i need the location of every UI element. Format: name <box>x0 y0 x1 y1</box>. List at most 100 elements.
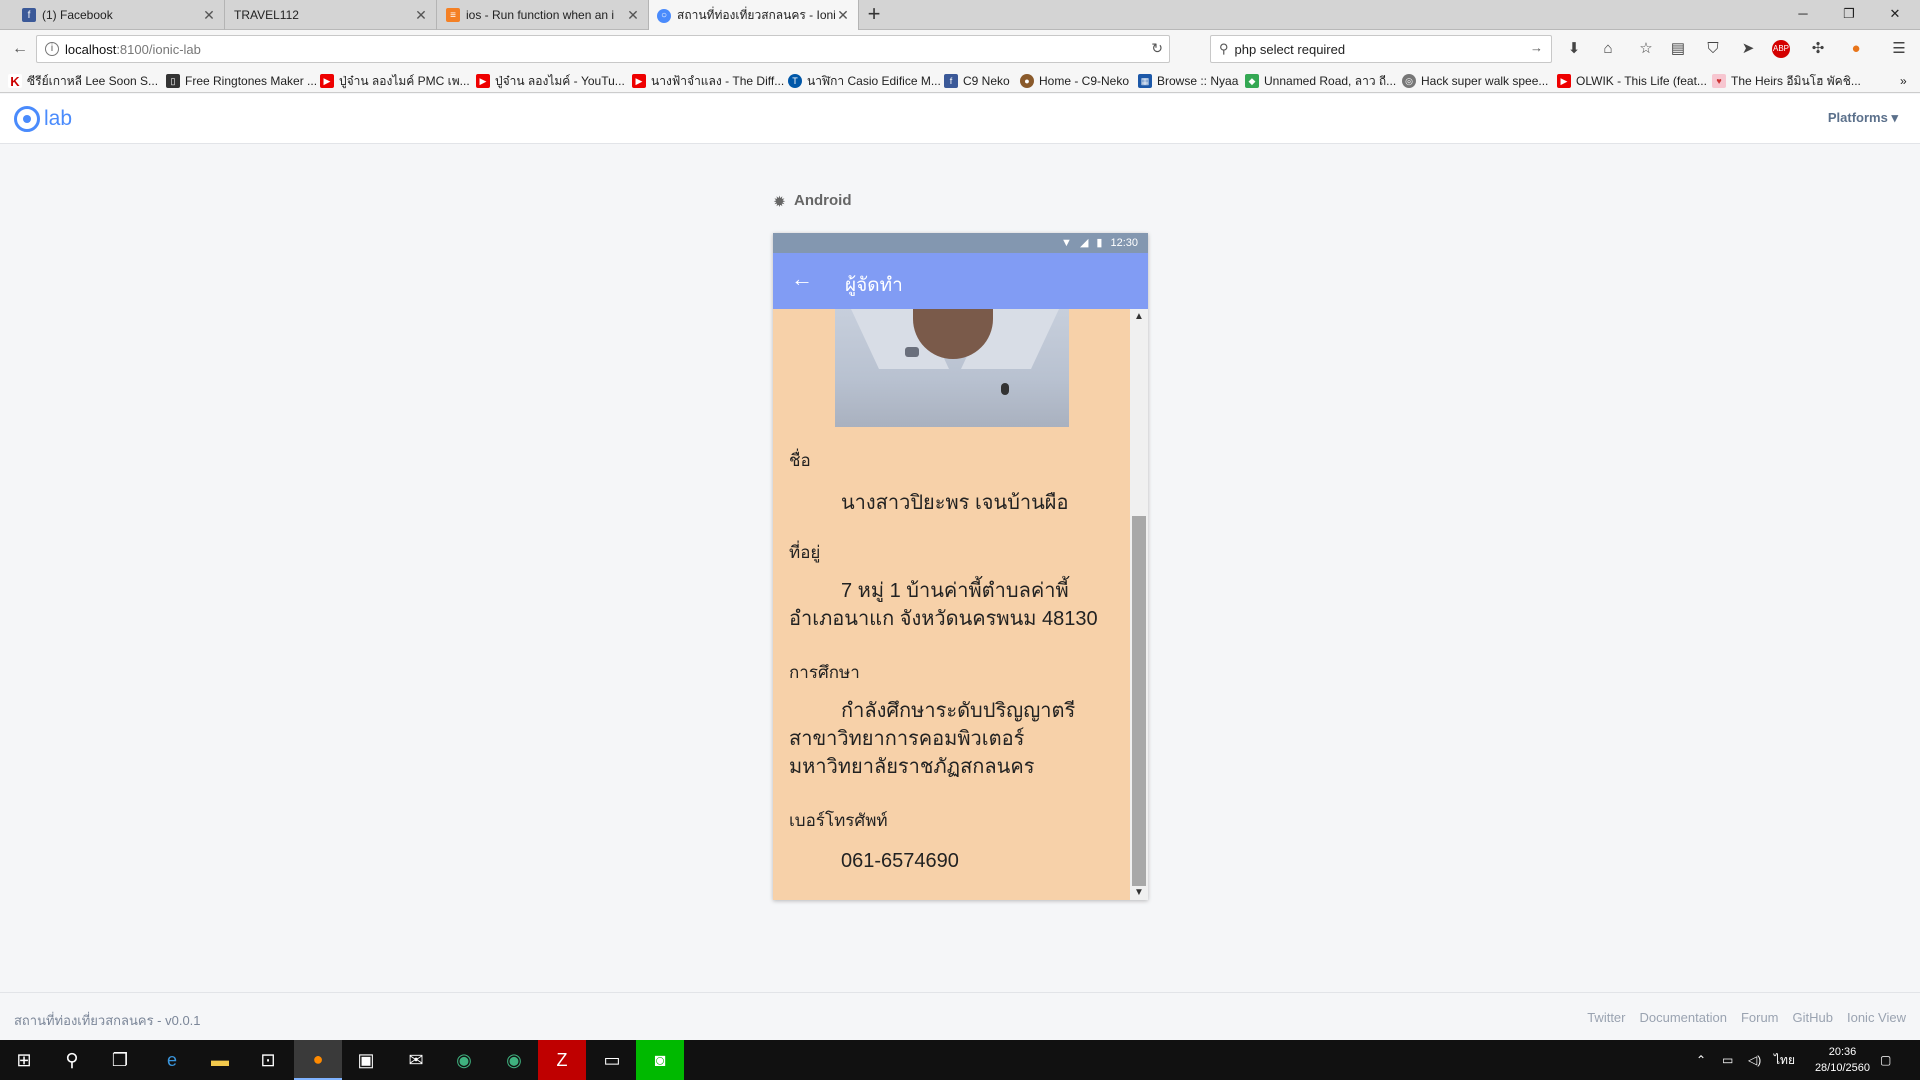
send-icon[interactable]: ➤ <box>1737 38 1759 60</box>
lab-footer: สถานที่ท่องเที่ยวสกลนคร - v0.0.1 Twitter… <box>0 992 1920 1040</box>
tab-title: ios - Run function when an i <box>466 8 615 22</box>
app-toolbar: ← ผู้จัดทำ <box>773 253 1148 309</box>
bookmark-item[interactable]: T นาฬิกา Casio Edifice M... <box>788 72 941 90</box>
close-tab-icon[interactable]: ✕ <box>836 7 850 24</box>
search-icon[interactable]: ⚲ <box>48 1040 96 1080</box>
search-query: php select required <box>1234 41 1346 57</box>
address-bar[interactable]: i localhost:8100/ionic-lab ↻ <box>36 35 1170 63</box>
footer-links: Twitter Documentation Forum GitHub Ionic… <box>1573 1010 1906 1025</box>
documentation-link[interactable]: Documentation <box>1640 1010 1727 1025</box>
github-link[interactable]: GitHub <box>1793 1010 1833 1025</box>
bookmark-item[interactable]: ▶ OLWIK - This Life (feat... <box>1557 72 1707 90</box>
bookmark-item[interactable]: ▦ Browse :: Nyaa <box>1138 72 1238 90</box>
search-input[interactable]: ⚲ php select required → <box>1210 35 1552 63</box>
twitter-link[interactable]: Twitter <box>1587 1010 1625 1025</box>
edge-icon[interactable]: e <box>148 1040 196 1080</box>
mail-icon[interactable]: ✉ <box>392 1040 440 1080</box>
bookmark-item[interactable]: ◆ Unnamed Road, ลาว ถี... <box>1245 72 1396 90</box>
back-arrow-icon[interactable]: ← <box>8 37 32 61</box>
stackoverflow-icon: ≡ <box>446 8 460 22</box>
bookmark-item[interactable]: ◎ Hack super walk spee... <box>1402 72 1548 90</box>
close-tab-icon[interactable]: ✕ <box>626 7 640 24</box>
close-tab-icon[interactable]: ✕ <box>414 7 428 24</box>
bookmark-item[interactable]: ▶ นางฟ้าจำแลง - The Diff... <box>632 72 784 90</box>
ionic-lab-logo: lab <box>14 106 72 132</box>
bookmark-item[interactable]: ▶ ปู่จ๋าน ลองไมค์ - YouTu... <box>476 72 625 90</box>
search-go-icon[interactable]: → <box>1530 40 1543 55</box>
search-icon: ⚲ <box>1219 41 1229 56</box>
address-label: ที่อยู่ <box>789 543 821 562</box>
firefox-icon[interactable]: ● <box>294 1040 342 1080</box>
chrome-app-icon[interactable]: ◉ <box>490 1040 538 1080</box>
facebook-icon: f <box>944 74 958 88</box>
name-label: ชื่อ <box>789 451 811 470</box>
minimize-icon[interactable]: ─ <box>1780 0 1826 30</box>
reload-icon[interactable]: ↻ <box>1151 40 1163 57</box>
terminal-icon[interactable]: ▭ <box>588 1040 636 1080</box>
bookmark-label: C9 Neko <box>963 74 1010 88</box>
scroll-up-icon[interactable]: ▲ <box>1134 311 1144 322</box>
media-icon[interactable]: ▣ <box>342 1040 390 1080</box>
filezilla-icon[interactable]: Z <box>538 1040 586 1080</box>
bookmark-item[interactable]: ♥ The Heirs อีมินโฮ พัคชิ... <box>1712 72 1861 90</box>
scroll-down-icon[interactable]: ▼ <box>1134 887 1144 898</box>
tab-facebook[interactable]: f (1) Facebook ✕ <box>14 0 225 30</box>
windows-taskbar: ⊞ ⚲ ❐ e ▬ ⊡ ● ▣ ✉ ◉ ◉ Z ▭ ◙ ⌃ ▭ ◁) ไทย 2… <box>0 1040 1920 1080</box>
language-indicator[interactable]: ไทย <box>1774 1040 1795 1080</box>
scrollbar-thumb[interactable] <box>1132 516 1146 886</box>
youtube-icon: ▶ <box>320 74 334 88</box>
content-scrollbar[interactable]: ▲ ▼ <box>1130 309 1148 900</box>
bookmark-label: ปู่จ๋าน ลองไมค์ PMC เพ... <box>339 73 470 88</box>
bookmark-star-icon[interactable]: ☆ <box>1635 38 1657 60</box>
adblock-icon[interactable]: ABP <box>1772 40 1790 58</box>
ionic-icon: ○ <box>657 8 671 23</box>
bookmark-label: Free Ringtones Maker ... <box>185 74 318 88</box>
tab-ionic-lab[interactable]: ○ สถานที่ท่องเที่ยวสกลนคร - Ioni ✕ <box>648 0 859 31</box>
bookmark-item[interactable]: K ซีรีย์เกาหลี Lee Soon S... <box>8 72 158 90</box>
download-icon[interactable]: ⬇ <box>1563 38 1585 60</box>
volume-icon[interactable]: ◁) <box>1748 1040 1761 1080</box>
restore-icon[interactable]: ❐ <box>1826 0 1872 30</box>
bookmark-item[interactable]: f C9 Neko <box>944 72 1010 90</box>
tab-stackoverflow[interactable]: ≡ ios - Run function when an i ✕ <box>438 0 649 30</box>
windows-start-icon[interactable]: ⊞ <box>0 1040 48 1080</box>
browser-nav-bar: ← i localhost:8100/ionic-lab ↻ ⚲ php sel… <box>0 30 1920 68</box>
bookmark-item[interactable]: ▶ ปู่จ๋าน ลองไมค์ PMC เพ... <box>320 72 470 90</box>
profile-photo <box>835 309 1069 427</box>
taskbar-clock[interactable]: 20:36 28/10/2560 <box>1815 1044 1870 1076</box>
ionic-view-link[interactable]: Ionic View <box>1847 1010 1906 1025</box>
close-tab-icon[interactable]: ✕ <box>202 7 216 24</box>
store-icon[interactable]: ⊡ <box>244 1040 292 1080</box>
bookmark-item[interactable]: ▯ Free Ringtones Maker ... <box>166 72 317 90</box>
browser-tab-strip: f (1) Facebook ✕ TRAVEL112 ✕ ≡ ios - Run… <box>0 0 1920 31</box>
bookmark-label: นางฟ้าจำแลง - The Diff... <box>651 73 785 88</box>
home-icon[interactable]: ⌂ <box>1597 38 1619 60</box>
notifications-icon[interactable]: ▢ <box>1880 1040 1891 1080</box>
platforms-dropdown[interactable]: Platforms ▾ <box>1828 110 1898 126</box>
tab-travel112[interactable]: TRAVEL112 ✕ <box>226 0 437 30</box>
library-icon[interactable]: ▤ <box>1667 38 1689 60</box>
bookmarks-overflow-icon[interactable]: » <box>1900 72 1907 90</box>
menu-icon[interactable]: ☰ <box>1888 38 1910 60</box>
android-device-preview: ▼ ◢ ▮ 12:30 ← ผู้จัดทำ ชื่อ นางสาวปิยะพร… <box>773 233 1148 900</box>
close-window-icon[interactable]: ✕ <box>1872 0 1918 30</box>
task-view-icon[interactable]: ❐ <box>96 1040 144 1080</box>
bookmark-label: Unnamed Road, ลาว ถี... <box>1264 73 1397 88</box>
new-tab-button[interactable]: + <box>862 3 886 27</box>
info-icon[interactable]: i <box>45 42 59 56</box>
url-host: localhost <box>65 41 117 57</box>
file-explorer-icon[interactable]: ▬ <box>196 1040 244 1080</box>
page-title: ผู้จัดทำ <box>845 275 903 296</box>
forum-link[interactable]: Forum <box>1741 1010 1779 1025</box>
bookmark-item[interactable]: ● Home - C9-Neko <box>1020 72 1129 90</box>
clock-date: 28/10/2560 <box>1814 1062 1870 1074</box>
extension-icon[interactable]: ✣ <box>1807 38 1829 60</box>
chrome-app-icon[interactable]: ◉ <box>440 1040 488 1080</box>
addon-icon[interactable]: ● <box>1845 38 1867 60</box>
pocket-icon[interactable]: ⛉ <box>1702 38 1724 60</box>
line-icon[interactable]: ◙ <box>636 1040 684 1080</box>
network-icon[interactable]: ▭ <box>1722 1040 1733 1080</box>
tray-overflow-icon[interactable]: ⌃ <box>1696 1040 1706 1080</box>
back-arrow-icon[interactable]: ← <box>791 266 813 292</box>
bookmark-label: นาฬิกา Casio Edifice M... <box>807 73 941 88</box>
